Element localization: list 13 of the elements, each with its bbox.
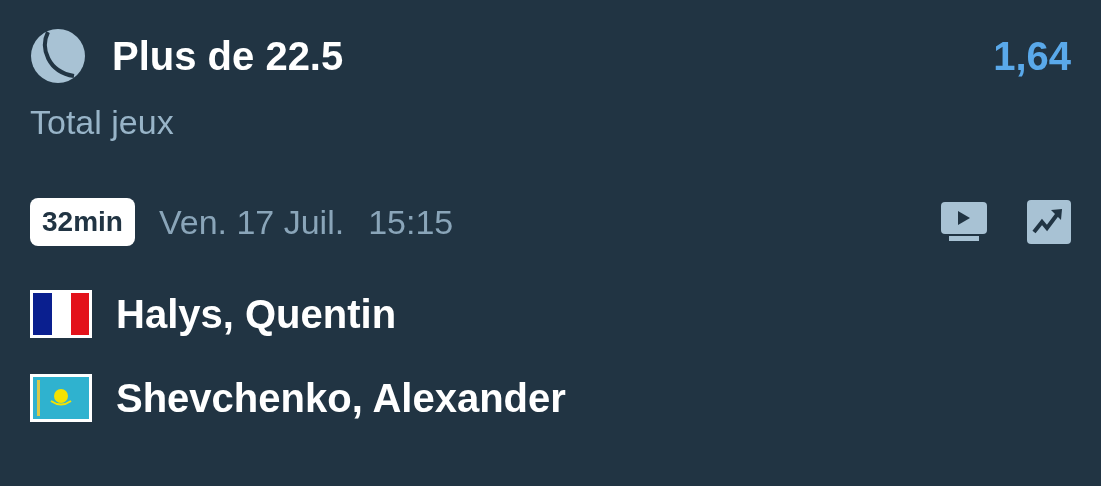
flag-icon (30, 374, 92, 422)
market-label: Total jeux (30, 102, 175, 142)
player-name: Shevchenko, Alexander (116, 375, 566, 422)
trend-chart-icon[interactable] (1027, 200, 1071, 244)
event-time: 15:15 (368, 201, 454, 243)
player-name: Halys, Quentin (116, 291, 397, 338)
live-video-icon[interactable] (941, 202, 987, 242)
flag-icon (30, 290, 92, 338)
time-badge: 32min (30, 198, 135, 246)
tennis-ball-icon (30, 28, 86, 84)
odds[interactable]: 1,64 (993, 26, 1071, 86)
bet-title: Plus de 22.5 (112, 33, 344, 80)
event-date: Ven. 17 Juil. (158, 201, 345, 243)
